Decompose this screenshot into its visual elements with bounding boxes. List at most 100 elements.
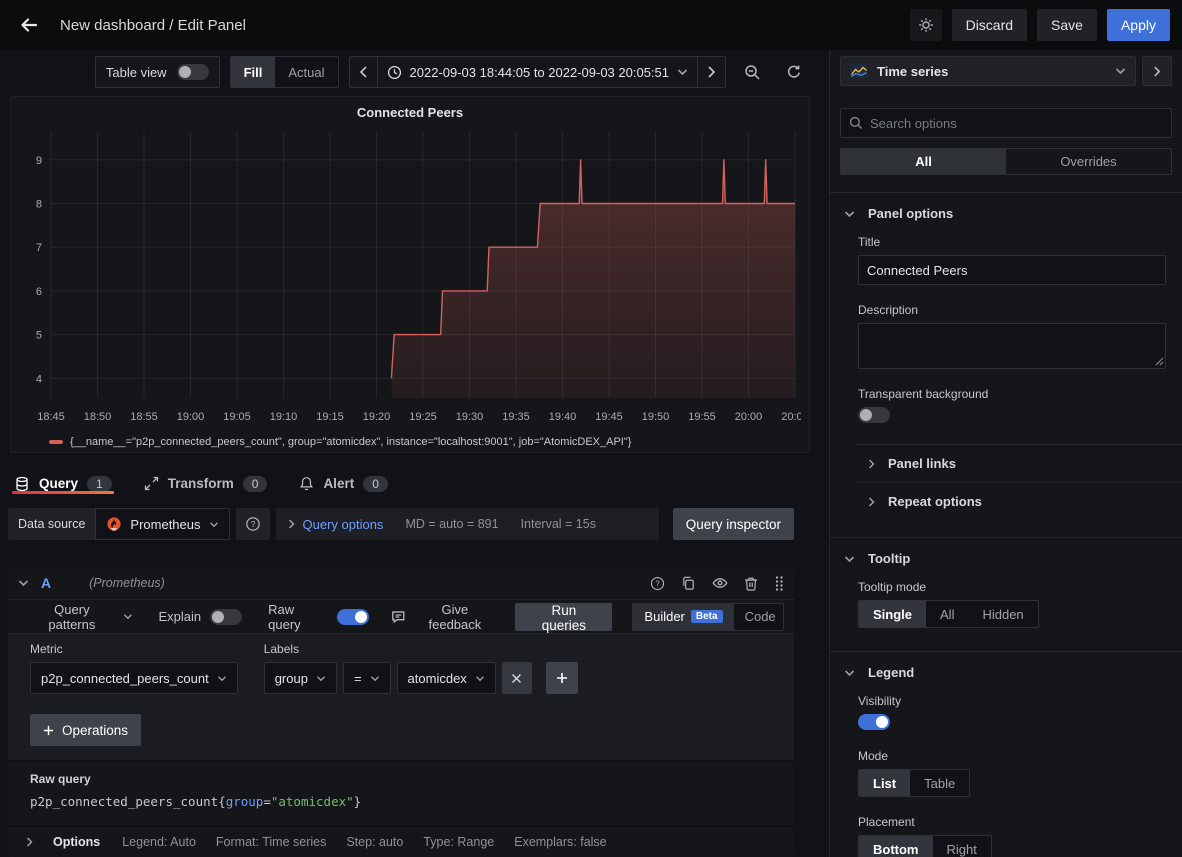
description-label: Description	[858, 303, 1166, 317]
refresh-button[interactable]	[778, 56, 810, 88]
table-view-toggle[interactable]	[177, 64, 209, 80]
builder-option[interactable]: Builder Beta	[633, 604, 733, 630]
time-forward-button[interactable]	[697, 57, 725, 87]
back-button[interactable]	[12, 8, 46, 42]
tab-transform[interactable]: Transform 0	[142, 475, 270, 492]
top-bar: New dashboard / Edit Panel Discard Save …	[0, 0, 1182, 50]
tooltip-mode-group: Single All Hidden	[858, 600, 1039, 628]
panel-links-row[interactable]: Panel links	[856, 444, 1182, 482]
raw-query-toggle[interactable]	[337, 609, 369, 625]
tab-alert[interactable]: Alert 0	[297, 475, 389, 492]
chart-legend[interactable]: {__name__="p2p_connected_peers_count", g…	[49, 436, 799, 448]
delete-query-button[interactable]	[744, 576, 758, 591]
add-operations-button[interactable]: Operations	[30, 714, 141, 746]
chevron-right-icon	[1153, 66, 1161, 77]
tooltip-mode-hidden[interactable]: Hidden	[968, 601, 1037, 627]
panel-options-header[interactable]: Panel options	[830, 206, 1182, 221]
transparent-background-toggle[interactable]	[858, 407, 890, 423]
options-exemplars: Exemplars: false	[514, 835, 606, 849]
code-option[interactable]: Code	[734, 604, 784, 630]
resize-grip-icon[interactable]	[1155, 357, 1164, 366]
query-inspector-button[interactable]: Query inspector	[673, 508, 794, 540]
tooltip-mode-label: Tooltip mode	[858, 580, 1166, 594]
apply-button[interactable]: Apply	[1107, 9, 1170, 41]
svg-text:20:05: 20:05	[781, 411, 801, 423]
repeat-options-row[interactable]: Repeat options	[856, 482, 1182, 520]
svg-text:20:00: 20:00	[735, 411, 763, 423]
title-label: Title	[858, 235, 1166, 249]
label-value-select[interactable]: atomicdex	[397, 662, 496, 694]
explain-toggle-group: Explain	[159, 609, 243, 625]
legend-series-label: {__name__="p2p_connected_peers_count", g…	[70, 436, 631, 448]
drag-handle[interactable]	[774, 575, 784, 591]
legend-placement-right[interactable]: Right	[933, 836, 991, 857]
toggle-viz-picker-button[interactable]	[1142, 56, 1172, 86]
legend-mode-list[interactable]: List	[859, 770, 910, 796]
fill-option[interactable]: Fill	[231, 57, 276, 87]
top-bar-right: Discard Save Apply	[910, 9, 1170, 41]
tab-alert-count: 0	[363, 476, 388, 492]
metric-field: Metric p2p_connected_peers_count	[30, 642, 238, 694]
query-options-footer[interactable]: Options Legend: Auto Format: Time series…	[8, 825, 794, 857]
legend-header[interactable]: Legend	[830, 665, 1182, 680]
chevron-down-icon	[217, 675, 227, 682]
panel-connected-peers[interactable]: Connected Peers 18:4518:5018:5519:0019:0…	[10, 96, 810, 453]
remove-label-filter-button[interactable]	[502, 662, 532, 694]
query-help-button[interactable]: ?	[650, 576, 665, 591]
metric-select[interactable]: p2p_connected_peers_count	[30, 662, 238, 694]
max-data-points: MD = auto = 891	[405, 517, 498, 531]
options-sidebar: Time series All Overrides Panel opt	[829, 50, 1182, 857]
svg-text:19:55: 19:55	[688, 411, 716, 423]
query-patterns-dropdown[interactable]: Query patterns	[30, 602, 133, 632]
svg-text:8: 8	[36, 199, 42, 211]
time-back-button[interactable]	[350, 57, 377, 87]
plus-icon	[43, 725, 54, 736]
tab-overrides[interactable]: Overrides	[1006, 149, 1171, 174]
query-options-toggle[interactable]: Query options	[288, 517, 384, 532]
label-operator-select[interactable]: =	[343, 662, 391, 694]
time-series-chart[interactable]: 18:4518:5018:5519:0019:0519:1019:1519:20…	[21, 126, 801, 434]
edit-tabs: Query 1 Transform 0 Alert 0	[12, 475, 820, 492]
time-range-button[interactable]: 2022-09-03 18:44:05 to 2022-09-03 20:05:…	[377, 57, 698, 87]
svg-text:18:50: 18:50	[84, 411, 112, 423]
datasource-select[interactable]: Prometheus	[95, 508, 229, 540]
add-label-filter-button[interactable]	[546, 662, 578, 694]
discard-button[interactable]: Discard	[952, 9, 1027, 41]
tooltip-mode-single[interactable]: Single	[859, 601, 926, 627]
arrow-left-icon	[19, 15, 39, 35]
tab-query[interactable]: Query 1	[12, 475, 114, 492]
legend-placement-group: Bottom Right	[858, 835, 992, 857]
explain-toggle[interactable]	[210, 609, 242, 625]
all-overrides-tabs: All Overrides	[840, 148, 1172, 175]
run-queries-button[interactable]: Run queries	[515, 603, 612, 631]
datasource-help-button[interactable]: ?	[236, 508, 270, 540]
tooltip-mode-all[interactable]: All	[926, 601, 968, 627]
tab-all[interactable]: All	[841, 149, 1006, 174]
search-options-input[interactable]	[870, 116, 1163, 131]
prometheus-icon	[106, 516, 122, 532]
panel-title-input[interactable]	[858, 255, 1166, 285]
legend-placement-bottom[interactable]: Bottom	[859, 836, 933, 857]
panel-options-body: Title Description Transparent background	[830, 235, 1182, 432]
legend-visibility-toggle[interactable]	[858, 714, 890, 730]
query-row-header[interactable]: A (Prometheus) ?	[8, 567, 794, 599]
legend-swatch	[49, 440, 63, 444]
clock-icon	[387, 65, 402, 80]
tab-query-count: 1	[87, 476, 112, 492]
label-name-select[interactable]: group	[264, 662, 337, 694]
save-button[interactable]: Save	[1037, 9, 1097, 41]
tooltip-header[interactable]: Tooltip	[830, 551, 1182, 566]
dashboard-settings-button[interactable]	[910, 9, 942, 41]
zoom-out-button[interactable]	[736, 56, 768, 88]
actual-option[interactable]: Actual	[275, 57, 337, 87]
chevron-down-icon	[844, 555, 855, 563]
chevron-down-icon	[844, 669, 855, 677]
hide-query-button[interactable]	[712, 576, 728, 590]
raw-query-section: Raw query p2p_connected_peers_count{grou…	[8, 760, 794, 821]
transform-icon	[144, 476, 159, 491]
duplicate-query-button[interactable]	[681, 576, 696, 591]
visualization-select[interactable]: Time series	[840, 56, 1136, 86]
panel-description-textarea[interactable]	[858, 323, 1166, 369]
give-feedback-link[interactable]: Give feedback	[391, 602, 496, 632]
legend-mode-table[interactable]: Table	[910, 770, 969, 796]
